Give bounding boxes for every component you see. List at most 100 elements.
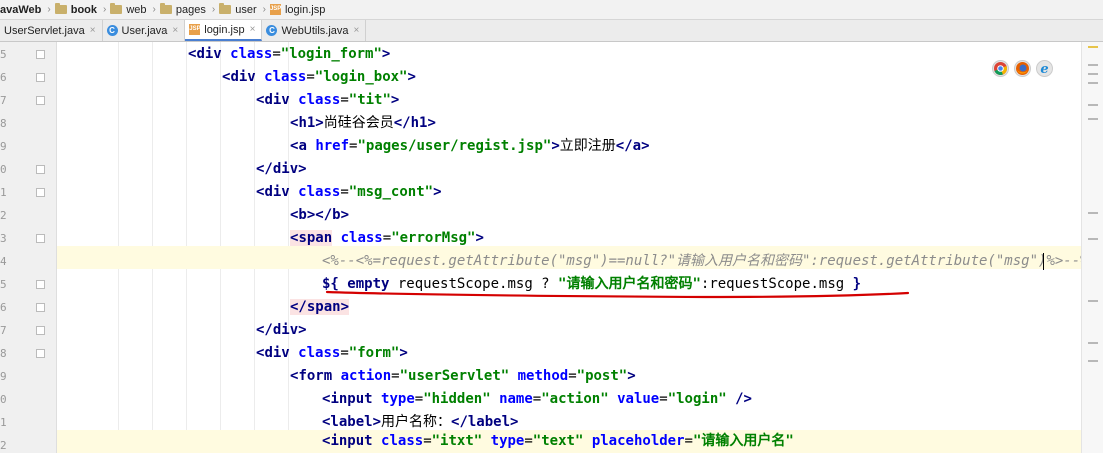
code-token: value [617,391,660,407]
code-line[interactable]: </div> [256,158,307,181]
error-stripe-marker[interactable] [1088,104,1098,106]
code-token: </span> [290,299,350,315]
folder-icon [54,3,67,14]
code-token: "post" [576,368,628,384]
chevron-right-icon: › [211,4,216,15]
code-line[interactable]: <div class="msg_cont"> [256,181,442,204]
ie-icon[interactable]: e [1036,60,1053,77]
code-line[interactable]: <div class="login_box"> [222,66,416,89]
code-token: form [298,368,333,384]
breadcrumb-item-user[interactable]: user [219,3,257,16]
tab-webutils-java[interactable]: C WebUtils.java × [262,20,367,41]
chevron-right-icon: › [262,4,266,15]
breadcrumb-item-book[interactable]: book [54,3,97,16]
fold-marker-icon[interactable] [36,303,45,312]
jsp-file-icon: JSP [269,4,281,15]
chevron-right-icon: › [47,4,51,15]
breadcrumb-item-project[interactable]: avaWeb [0,4,41,16]
close-icon[interactable]: × [90,25,96,36]
close-icon[interactable]: × [250,24,256,35]
code-token: > [407,69,416,85]
code-token: > [399,345,408,361]
code-token: a [298,138,307,154]
fold-marker-icon[interactable] [36,234,45,243]
code-line[interactable]: <div class="tit"> [256,89,399,112]
code-token: placeholder [591,433,685,449]
code-line[interactable]: <div class="login_form"> [188,43,390,66]
error-stripe-marker[interactable] [1088,342,1098,344]
code-token: </div> [256,161,307,177]
code-token: </a> [615,138,650,154]
code-line[interactable]: <b></b> [290,204,349,227]
error-stripe-marker[interactable] [1088,300,1098,302]
code-line[interactable]: <a href="pages/user/regist.jsp">立即注册</a> [290,135,650,158]
code-line[interactable]: <form action="userServlet" method="post"… [290,365,636,388]
code-token: = [340,345,349,361]
code-token: "text" [532,433,584,449]
tab-login-jsp[interactable]: JSP login.jsp × [185,20,263,41]
svg-text:e: e [1040,62,1048,76]
code-line[interactable]: <div class="form"> [256,342,408,365]
code-token: = [340,184,349,200]
code-line[interactable]: <h1>尚硅谷会员</h1> [290,112,436,135]
error-stripe-marker[interactable] [1088,82,1098,84]
breadcrumb-label: user [235,3,257,16]
code-line[interactable]: <input type="hidden" name="action" value… [322,388,752,411]
error-stripe-marker[interactable] [1088,73,1098,75]
line-number-gutter: 5 6 7 8 9 0 1 2 3 4 5 6 7 8 9 0 1 2 [0,42,57,453]
code-token: action [340,368,392,384]
chrome-icon[interactable] [992,60,1009,77]
breadcrumb-item-file[interactable]: JSP login.jsp [269,4,325,16]
line-number: 0 [0,393,7,406]
fold-marker-icon[interactable] [36,188,45,197]
chevron-right-icon: › [152,4,156,15]
close-icon[interactable]: × [354,25,360,36]
fold-marker-icon[interactable] [36,96,45,105]
code-token: class [340,230,383,246]
error-stripe-marker[interactable] [1088,238,1098,240]
code-token: div [264,92,290,108]
code-token: > [551,138,560,154]
code-token: = [340,92,349,108]
breadcrumb-item-pages[interactable]: pages [159,3,206,16]
fold-marker-icon[interactable] [36,349,45,358]
code-token: = [659,391,668,407]
code-line[interactable]: </div> [256,319,307,342]
fold-marker-icon[interactable] [36,280,45,289]
line-number: 3 [0,232,7,245]
close-icon[interactable]: × [172,25,178,36]
tab-user-java[interactable]: C User.java × [103,20,186,41]
code-line[interactable]: <span class="errorMsg"> [290,227,484,250]
breadcrumb: avaWeb › book › web › pages › user › JSP… [0,0,1103,20]
code-line[interactable]: <input class="itxt" type="text" placehol… [322,430,794,453]
fold-marker-icon[interactable] [36,73,45,82]
line-number: 1 [0,416,7,429]
tab-label: User.java [121,24,168,37]
error-stripe-marker[interactable] [1088,360,1098,362]
error-stripe-marker[interactable] [1088,118,1098,120]
error-stripe-marker[interactable] [1088,212,1098,214]
breadcrumb-item-web[interactable]: web [110,3,147,16]
code-token: > [390,92,400,108]
error-stripe-marker[interactable] [1088,64,1098,66]
line-number: 0 [0,163,7,176]
fold-marker-icon[interactable] [36,165,45,174]
breadcrumb-label: book [70,3,97,16]
code-line[interactable]: <%--<%=request.getAttribute("msg")==null… [322,250,1082,273]
code-token: 尚硅谷会员 [323,115,394,131]
breadcrumb-label: web [126,3,147,16]
firefox-icon[interactable] [1014,60,1031,77]
error-stripe-marker[interactable] [1088,46,1098,48]
code-token: > [627,368,636,384]
line-number: 9 [0,140,7,153]
code-editor[interactable]: 5 6 7 8 9 0 1 2 3 4 5 6 7 8 9 0 1 2 <div… [0,42,1103,453]
fold-marker-icon[interactable] [36,326,45,335]
fold-marker-icon[interactable] [36,50,45,59]
tab-label: login.jsp [204,23,245,36]
tab-userservlet-java[interactable]: UserServlet.java × [0,20,103,41]
